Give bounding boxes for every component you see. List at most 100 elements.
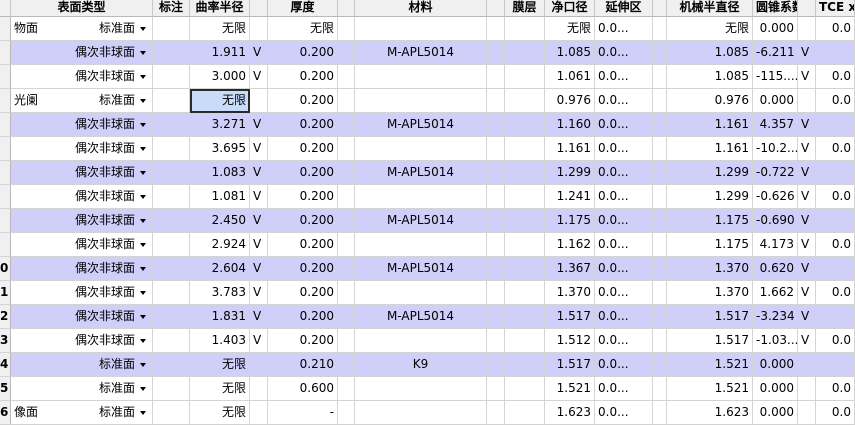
mech-semi-diameter-cell[interactable]: 1.175 [667, 233, 753, 257]
tag-cell[interactable] [153, 185, 190, 209]
thickness-cell[interactable]: 0.200 [268, 65, 338, 89]
thickness-solve-flag[interactable] [338, 305, 355, 329]
material-cell[interactable]: M-APL5014 [355, 41, 487, 65]
material-solve-flag[interactable] [487, 185, 505, 209]
tag-cell[interactable] [153, 137, 190, 161]
thickness-cell[interactable]: - [268, 401, 338, 425]
extension-solve-flag[interactable] [653, 281, 667, 305]
tce-cell[interactable] [816, 161, 855, 185]
thickness-cell[interactable]: 0.200 [268, 89, 338, 113]
thickness-cell[interactable]: 0.200 [268, 257, 338, 281]
thickness-cell[interactable]: 0.200 [268, 137, 338, 161]
extension-solve-flag[interactable] [653, 257, 667, 281]
surface-type-cell[interactable]: 标准面 [11, 377, 153, 401]
extension-cell[interactable]: 0.0... [595, 305, 653, 329]
thickness-solve-flag[interactable] [338, 113, 355, 137]
extension-solve-flag[interactable] [653, 377, 667, 401]
radius-cell[interactable]: 1.083 [190, 161, 250, 185]
column-header-flag5[interactable] [798, 0, 816, 17]
tce-cell[interactable]: 0.0 [816, 65, 855, 89]
thickness-solve-flag[interactable] [338, 185, 355, 209]
mech-semi-diameter-cell[interactable]: 1.085 [667, 65, 753, 89]
material-solve-flag[interactable] [487, 209, 505, 233]
material-cell[interactable] [355, 233, 487, 257]
radius-variable-flag[interactable]: V [250, 185, 268, 209]
conic-variable-flag[interactable]: V [798, 233, 816, 257]
column-header-flag4[interactable] [653, 0, 667, 17]
coating-cell[interactable] [505, 185, 545, 209]
surface-type-dropdown[interactable]: 偶次非球面 [75, 41, 146, 64]
surface-type-dropdown[interactable]: 偶次非球面 [75, 113, 146, 136]
column-header-material[interactable]: 材料 [355, 0, 487, 17]
chevron-down-icon[interactable] [140, 218, 146, 223]
tag-cell[interactable] [153, 305, 190, 329]
tag-cell[interactable] [153, 113, 190, 137]
material-cell[interactable] [355, 377, 487, 401]
material-cell[interactable] [355, 329, 487, 353]
radius-cell[interactable]: 3.000 [190, 65, 250, 89]
conic-cell[interactable]: 0.000 [753, 89, 798, 113]
clear-semi-diameter-cell[interactable]: 1.521 [545, 377, 595, 401]
material-solve-flag[interactable] [487, 113, 505, 137]
extension-solve-flag[interactable] [653, 401, 667, 425]
clear-semi-diameter-cell[interactable]: 1.061 [545, 65, 595, 89]
chevron-down-icon[interactable] [140, 338, 146, 343]
thickness-cell[interactable]: 0.200 [268, 233, 338, 257]
conic-cell[interactable]: 0.620 [753, 257, 798, 281]
thickness-solve-flag[interactable] [338, 41, 355, 65]
thickness-solve-flag[interactable] [338, 161, 355, 185]
tce-cell[interactable]: 0.0 [816, 89, 855, 113]
tce-cell[interactable]: 0.0 [816, 137, 855, 161]
mech-semi-diameter-cell[interactable]: 1.517 [667, 329, 753, 353]
tce-cell[interactable] [816, 41, 855, 65]
surface-type-cell[interactable]: 标准面 [11, 353, 153, 377]
extension-cell[interactable]: 0.0... [595, 353, 653, 377]
tce-cell[interactable] [816, 113, 855, 137]
surface-type-dropdown[interactable]: 标准面 [99, 353, 146, 376]
extension-solve-flag[interactable] [653, 353, 667, 377]
material-cell[interactable]: K9 [355, 353, 487, 377]
coating-cell[interactable] [505, 257, 545, 281]
thickness-solve-flag[interactable] [338, 329, 355, 353]
coating-cell[interactable] [505, 209, 545, 233]
conic-variable-flag[interactable]: V [798, 65, 816, 89]
conic-cell[interactable]: 0.000 [753, 377, 798, 401]
tag-cell[interactable] [153, 377, 190, 401]
chevron-down-icon[interactable] [140, 26, 146, 31]
coating-cell[interactable] [505, 281, 545, 305]
tag-cell[interactable] [153, 65, 190, 89]
chevron-down-icon[interactable] [140, 314, 146, 319]
tce-cell[interactable] [816, 353, 855, 377]
material-cell[interactable] [355, 281, 487, 305]
radius-cell[interactable]: 3.271 [190, 113, 250, 137]
mech-semi-diameter-cell[interactable]: 1.370 [667, 281, 753, 305]
clear-semi-diameter-cell[interactable]: 1.162 [545, 233, 595, 257]
radius-variable-flag[interactable]: V [250, 209, 268, 233]
tag-cell[interactable] [153, 41, 190, 65]
surface-type-cell[interactable]: 偶次非球面 [11, 281, 153, 305]
extension-cell[interactable]: 0.0... [595, 137, 653, 161]
radius-variable-flag[interactable]: V [250, 113, 268, 137]
material-solve-flag[interactable] [487, 161, 505, 185]
conic-cell[interactable]: -6.211 [753, 41, 798, 65]
coating-cell[interactable] [505, 401, 545, 425]
extension-solve-flag[interactable] [653, 17, 667, 41]
surface-type-cell[interactable]: 偶次非球面 [11, 65, 153, 89]
mech-semi-diameter-cell[interactable]: 1.161 [667, 113, 753, 137]
thickness-solve-flag[interactable] [338, 209, 355, 233]
clear-semi-diameter-cell[interactable]: 1.160 [545, 113, 595, 137]
tce-cell[interactable] [816, 257, 855, 281]
extension-solve-flag[interactable] [653, 65, 667, 89]
column-header-flag3[interactable] [487, 0, 505, 17]
material-solve-flag[interactable] [487, 41, 505, 65]
column-header-mech[interactable]: 机械半直径 [667, 0, 753, 17]
surface-type-cell[interactable]: 光阑 标准面 [11, 89, 153, 113]
conic-variable-flag[interactable] [798, 89, 816, 113]
extension-solve-flag[interactable] [653, 185, 667, 209]
material-cell[interactable] [355, 89, 487, 113]
material-cell[interactable]: M-APL5014 [355, 113, 487, 137]
clear-semi-diameter-cell[interactable]: 1.512 [545, 329, 595, 353]
clear-semi-diameter-cell[interactable]: 1.085 [545, 41, 595, 65]
clear-semi-diameter-cell[interactable]: 1.161 [545, 137, 595, 161]
surface-type-cell[interactable]: 偶次非球面 [11, 209, 153, 233]
